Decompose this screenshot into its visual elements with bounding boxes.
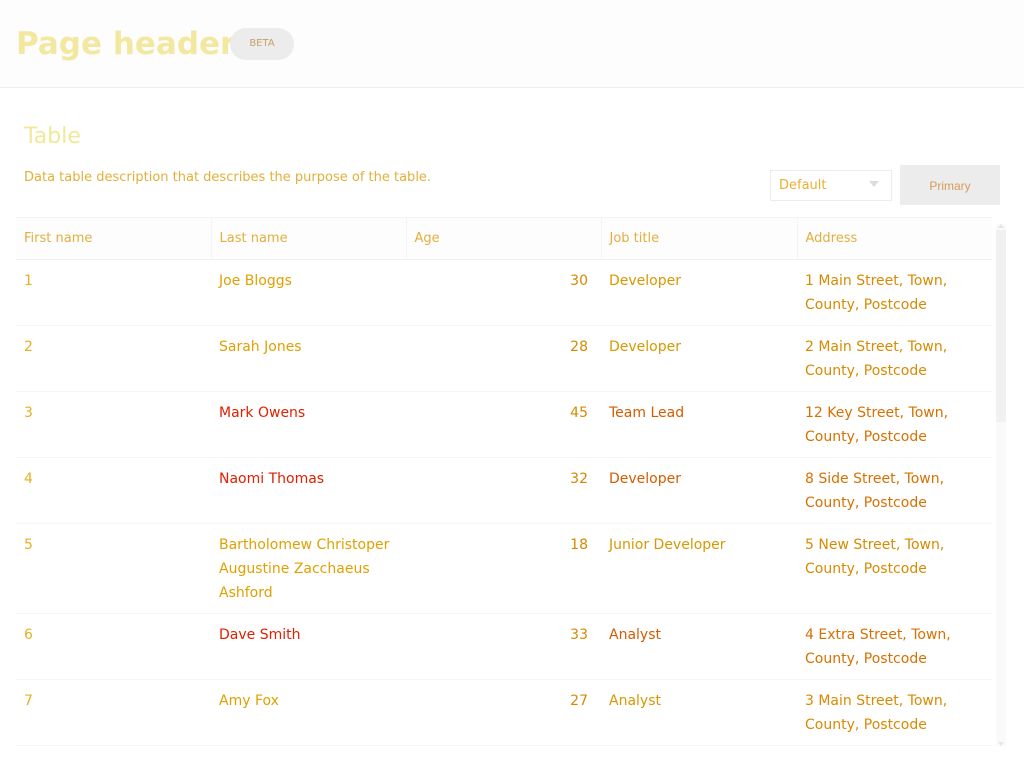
cell-last-name: Dave Smith <box>211 613 406 680</box>
cell-first-name: 6 <box>16 613 211 680</box>
table-title: Table <box>24 124 81 149</box>
cell-job-title: Analyst <box>601 679 797 746</box>
primary-button[interactable]: Primary <box>900 165 1000 205</box>
cell-first-name: 2 <box>16 325 211 392</box>
cell-address: 1 Main Street, Town, County, Postcode <box>797 259 992 326</box>
cell-job-title: Analyst <box>601 613 797 680</box>
cell-job-title: Developer <box>601 259 797 326</box>
page-title: Page header <box>16 26 236 62</box>
cell-age: 28 <box>406 325 601 392</box>
chevron-down-icon <box>869 181 879 187</box>
cell-address: 8 Side Street, Town, County, Postcode <box>797 457 992 524</box>
cell-age: 30 <box>406 259 601 326</box>
view-select[interactable]: Default <box>770 170 892 201</box>
cell-age: 32 <box>406 457 601 524</box>
data-table-container: First name Last name Age Job title Addre… <box>16 217 992 768</box>
cell-last-name: Joe Bloggs <box>211 259 406 326</box>
table-row[interactable]: 6 Dave Smith 33 Analyst 4 Extra Street, … <box>16 613 992 680</box>
column-header-address[interactable]: Address <box>796 218 992 260</box>
table-scrollbar[interactable] <box>996 224 1006 746</box>
table-description: Data table description that describes th… <box>24 170 432 185</box>
scroll-down-arrow-icon[interactable] <box>998 742 1004 746</box>
cell-first-name: 5 <box>16 523 211 614</box>
table-row[interactable]: 7 Amy Fox 27 Analyst 3 Main Street, Town… <box>16 679 992 746</box>
table-header-row: First name Last name Age Job title Addre… <box>16 218 992 260</box>
table-row[interactable]: 5 Bartholomew Christoper Augustine Zacch… <box>16 523 992 614</box>
cell-address: 2 Main Street, Town, County, Postcode <box>797 325 992 392</box>
cell-last-name: Amy Fox <box>211 679 406 746</box>
table-row[interactable]: 2 Sarah Jones 28 Developer 2 Main Street… <box>16 325 992 392</box>
cell-address: 3 Main Street, Town, County, Postcode <box>797 679 992 746</box>
table-row[interactable]: 1 Joe Bloggs 30 Developer 1 Main Street,… <box>16 259 992 326</box>
column-header-age[interactable]: Age <box>405 218 601 260</box>
view-select-value: Default <box>779 178 827 193</box>
cell-first-name: 3 <box>16 391 211 458</box>
cell-last-name: Naomi Thomas <box>211 457 406 524</box>
cell-last-name: Mark Owens <box>211 391 406 458</box>
cell-age: 45 <box>406 391 601 458</box>
cell-job-title: Developer <box>601 457 797 524</box>
cell-last-name: Bartholomew Christoper Augustine Zacchae… <box>211 523 406 614</box>
cell-last-name: Sarah Jones <box>211 325 406 392</box>
table-row[interactable]: 4 Naomi Thomas 32 Developer 8 Side Stree… <box>16 457 992 524</box>
column-header-first-name[interactable]: First name <box>16 218 211 260</box>
cell-first-name: 4 <box>16 457 211 524</box>
cell-address: 5 New Street, Town, County, Postcode <box>797 523 992 614</box>
cell-first-name: 7 <box>16 679 211 746</box>
scrollbar-thumb[interactable] <box>996 230 1006 422</box>
table-row[interactable]: 3 Mark Owens 45 Team Lead 12 Key Street,… <box>16 391 992 458</box>
status-badge: BETA <box>230 28 294 60</box>
cell-age: 18 <box>406 523 601 614</box>
scroll-up-arrow-icon[interactable] <box>998 224 1004 228</box>
cell-first-name: 1 <box>16 259 211 326</box>
cell-age: 33 <box>406 613 601 680</box>
cell-job-title: Team Lead <box>601 391 797 458</box>
column-header-job-title[interactable]: Job title <box>600 218 797 260</box>
page-header: Page header BETA <box>0 0 1024 88</box>
cell-job-title: Junior Developer <box>601 523 797 614</box>
column-header-last-name[interactable]: Last name <box>210 218 406 260</box>
cell-address: 12 Key Street, Town, County, Postcode <box>797 391 992 458</box>
data-table: First name Last name Age Job title Addre… <box>16 218 992 746</box>
cell-age: 27 <box>406 679 601 746</box>
cell-job-title: Developer <box>601 325 797 392</box>
cell-address: 4 Extra Street, Town, County, Postcode <box>797 613 992 680</box>
